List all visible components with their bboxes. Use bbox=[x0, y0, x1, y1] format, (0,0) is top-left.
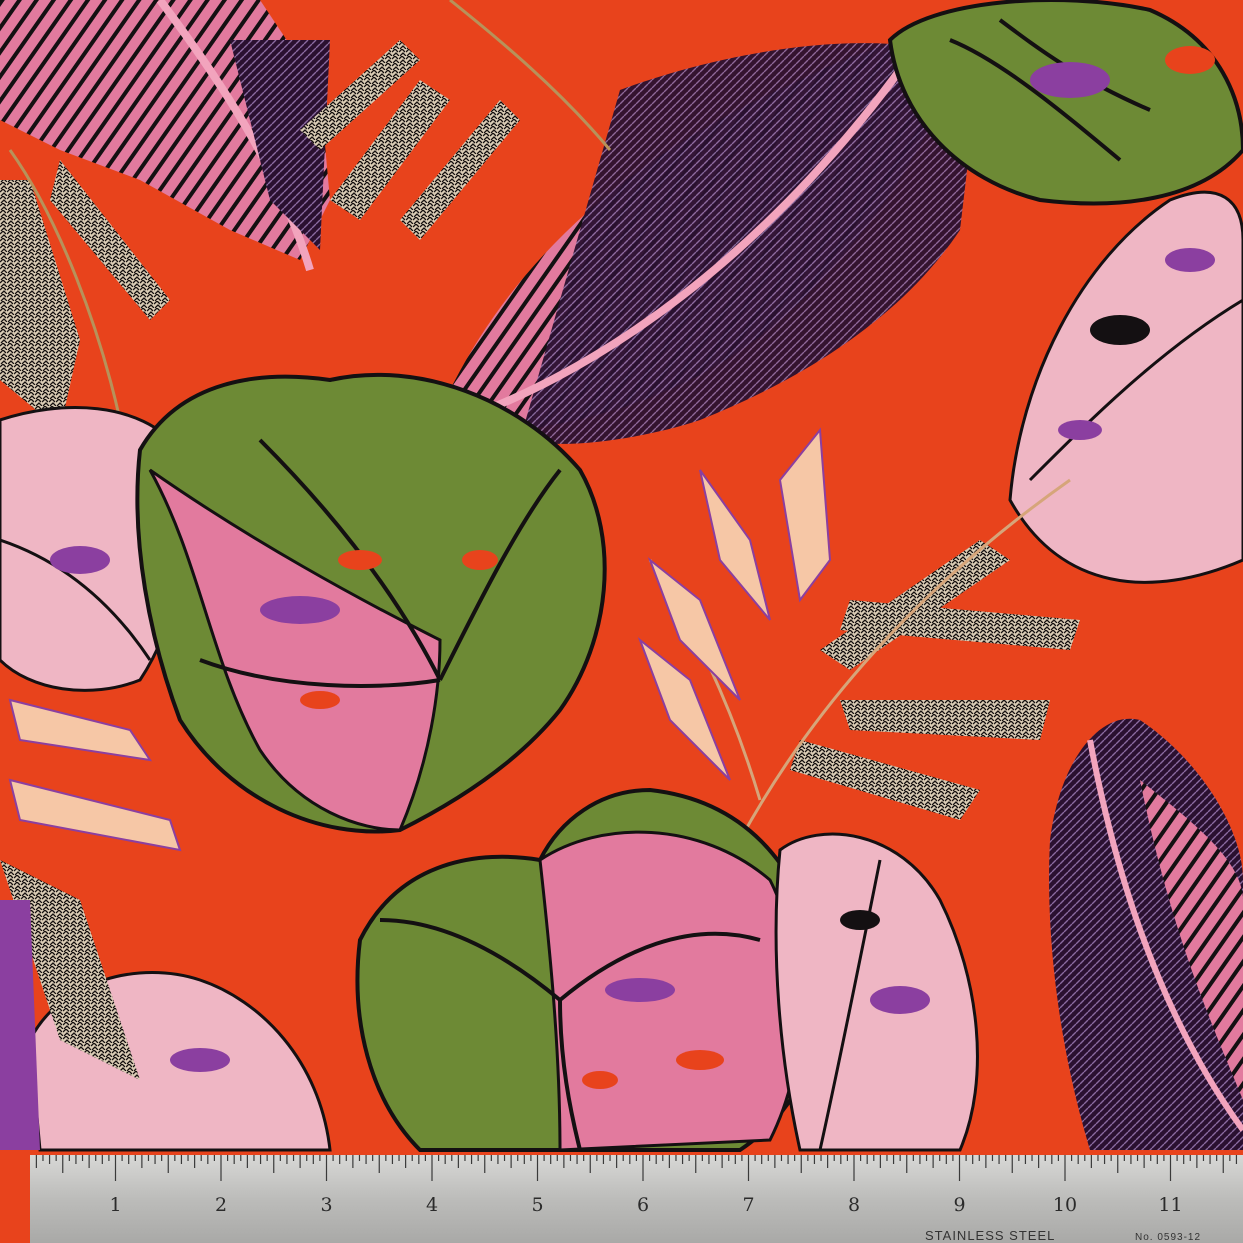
ruler-number: 8 bbox=[848, 1194, 860, 1216]
ruler: 1 2 3 4 5 6 7 8 9 10 11 STAINLESS STEEL No. 0593-1… bbox=[30, 1155, 1243, 1243]
fabric-photo: 1 2 3 4 5 6 7 8 9 10 11 STAINLESS STEEL No. 0593-1… bbox=[0, 0, 1243, 1243]
ruler-number: 9 bbox=[953, 1194, 965, 1216]
ruler-number: 4 bbox=[426, 1194, 438, 1216]
ruler-number: 1 bbox=[109, 1194, 121, 1216]
ruler-number: 5 bbox=[531, 1194, 543, 1216]
ruler-number: 10 bbox=[1053, 1194, 1077, 1216]
ruler-number: 2 bbox=[215, 1194, 227, 1216]
ruler-code-text: No. 0593-12 bbox=[1135, 1232, 1201, 1243]
ruler-number: 6 bbox=[637, 1194, 649, 1216]
ruler-number: 3 bbox=[320, 1194, 332, 1216]
ruler-brand-text: STAINLESS STEEL bbox=[925, 1228, 1055, 1243]
ruler-number: 11 bbox=[1158, 1194, 1182, 1216]
ruler-number: 7 bbox=[742, 1194, 754, 1216]
